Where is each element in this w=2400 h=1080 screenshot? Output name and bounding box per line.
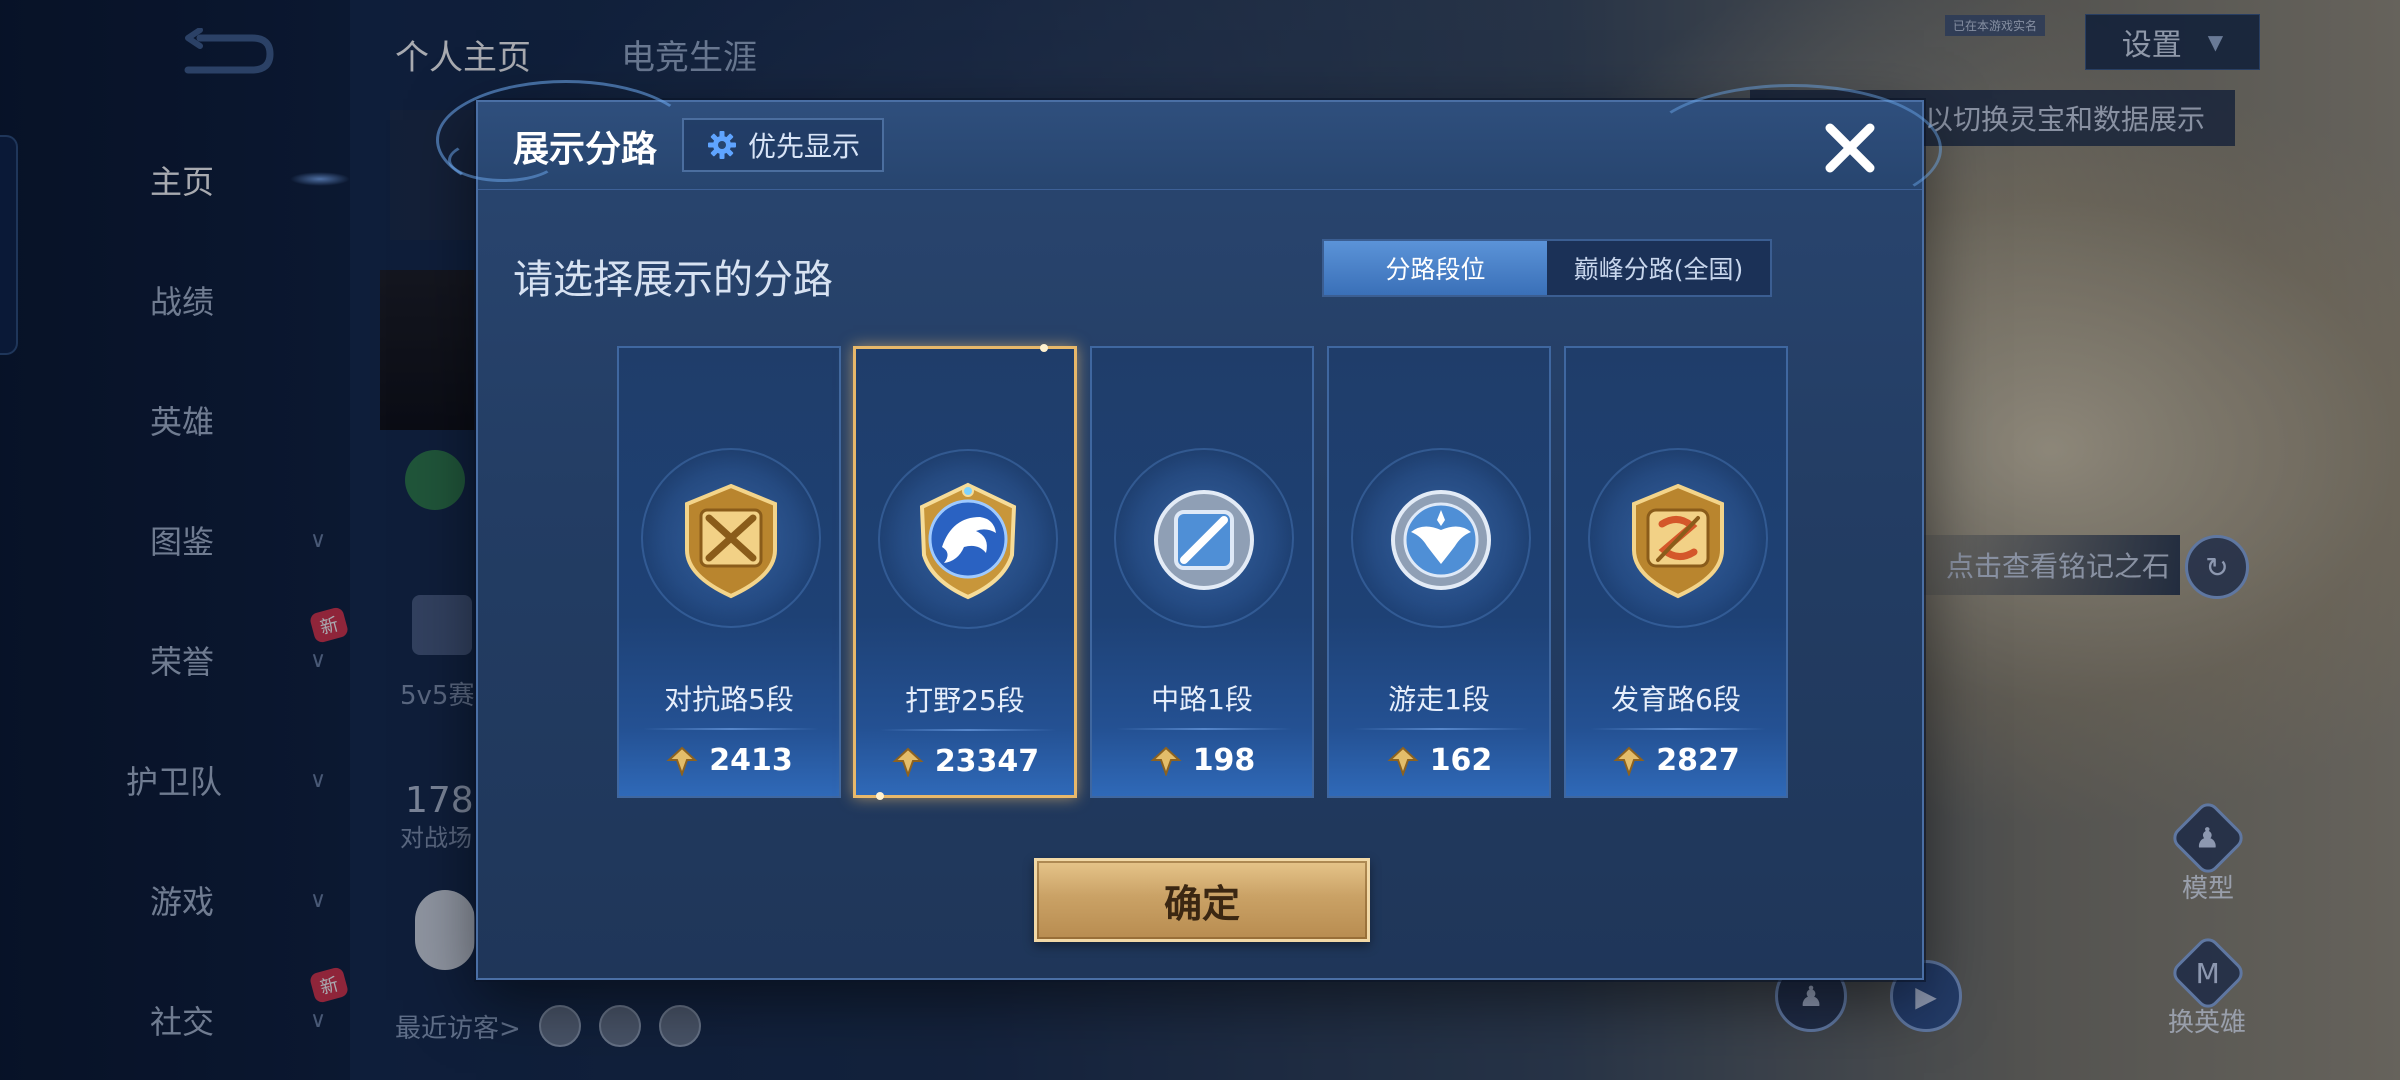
decorative-swirl	[1642, 84, 1942, 214]
lane-score-value: 2827	[1656, 743, 1740, 778]
lane-score: 2413	[619, 743, 839, 778]
lane-score-value: 23347	[934, 744, 1040, 779]
lane-card-mid[interactable]: 中路1段 198	[1090, 346, 1314, 798]
power-icon	[1613, 746, 1645, 776]
lane-rank: 游走1段	[1388, 683, 1490, 716]
power-icon	[1387, 746, 1419, 776]
divider	[880, 729, 1056, 731]
lane-card-farm[interactable]: 发育路6段 2827	[1564, 346, 1788, 798]
priority-display-button[interactable]: 优先显示	[682, 118, 884, 172]
selection-prompt: 请选择展示的分路	[513, 257, 833, 303]
gear-icon	[707, 131, 736, 159]
dragon-emblem-icon	[919, 482, 1017, 600]
toggle-lane-rank[interactable]: 分路段位	[1324, 241, 1547, 295]
divider	[1590, 728, 1766, 730]
wings-emblem-icon	[1391, 490, 1491, 590]
divider	[643, 728, 819, 730]
lane-score: 2827	[1566, 743, 1786, 778]
bow-emblem-icon	[1632, 483, 1724, 599]
lane-score: 162	[1329, 743, 1549, 778]
lane-rank: 打野25段	[905, 684, 1025, 717]
lane-card-clash[interactable]: 对抗路5段 2413	[617, 346, 841, 798]
divider	[1353, 728, 1529, 730]
priority-display-label: 优先显示	[747, 130, 860, 163]
confirm-button[interactable]: 确定	[1034, 858, 1370, 942]
corner-sparkle	[876, 792, 884, 800]
close-icon	[1825, 123, 1875, 173]
lane-rank: 发育路6段	[1611, 683, 1741, 716]
lane-score: 198	[1092, 743, 1312, 778]
lane-card-jungle[interactable]: 打野25段 23347	[853, 344, 1077, 800]
lane-score-value: 198	[1192, 743, 1256, 778]
staff-emblem-icon	[1154, 490, 1254, 590]
divider	[1116, 728, 1292, 730]
power-icon	[892, 747, 924, 777]
lane-score-value: 2413	[709, 743, 793, 778]
lane-display-dialog: 展示分路 优先显示 请选择展示的分路 分路段位 巅峰分路(全国) 对抗路5段 2…	[436, 80, 1942, 980]
dialog-title: 展示分路	[513, 129, 658, 170]
sword-crossed-emblem-icon	[685, 483, 777, 599]
lane-rank: 中路1段	[1151, 683, 1253, 716]
lane-score: 23347	[856, 744, 1074, 779]
lane-score-value: 162	[1429, 743, 1493, 778]
toggle-peak-lane-national[interactable]: 巅峰分路(全国)	[1547, 241, 1770, 295]
lane-rank: 对抗路5段	[664, 683, 794, 716]
power-icon	[1150, 746, 1182, 776]
corner-sparkle	[1040, 344, 1048, 352]
close-button[interactable]	[1818, 116, 1882, 180]
power-icon	[666, 746, 698, 776]
lane-mode-toggle: 分路段位 巅峰分路(全国)	[1322, 239, 1772, 297]
lane-card-roam[interactable]: 游走1段 162	[1327, 346, 1551, 798]
